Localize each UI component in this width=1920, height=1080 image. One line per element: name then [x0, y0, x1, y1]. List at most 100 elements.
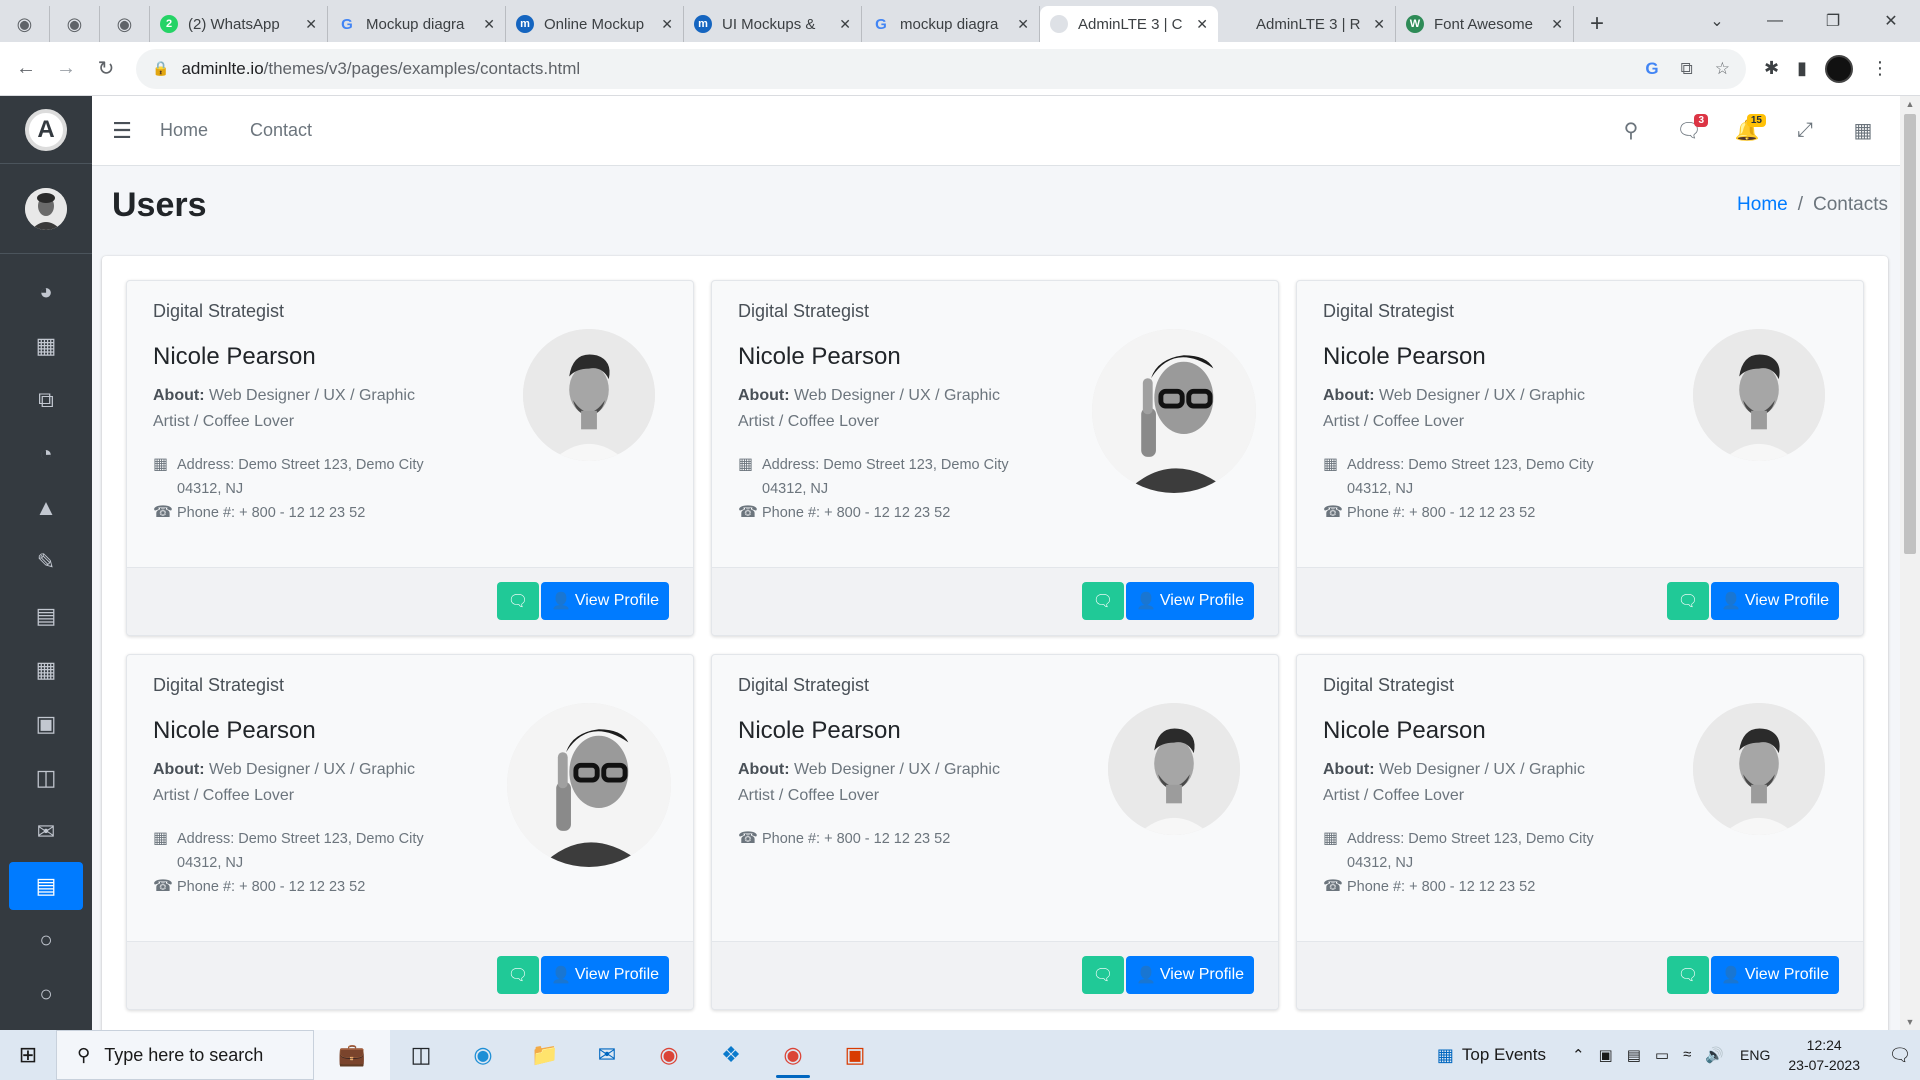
- sidebar-item-widgets[interactable]: ▦: [9, 322, 83, 370]
- browser-tab[interactable]: Gmockup diagra ✕: [862, 6, 1040, 42]
- reload-button[interactable]: ↻: [86, 49, 126, 89]
- tab-close-icon[interactable]: ✕: [661, 16, 673, 33]
- top-events-widget[interactable]: ▦ Top Events: [1437, 1045, 1546, 1066]
- browser-tab[interactable]: 2 (2) WhatsApp ✕: [150, 6, 328, 42]
- tab-close-icon[interactable]: ✕: [1551, 16, 1563, 33]
- browser-tab-active[interactable]: AdminLTE 3 | C ✕: [1040, 6, 1218, 42]
- scroll-thumb[interactable]: [1904, 114, 1916, 554]
- tab-close-icon[interactable]: ✕: [1196, 16, 1208, 33]
- sidebar-item-calendar[interactable]: ▦: [9, 646, 83, 694]
- back-button[interactable]: ←: [6, 49, 46, 89]
- chevron-up-icon[interactable]: ⌃: [1572, 1046, 1585, 1064]
- bookmark-star-icon[interactable]: ☆: [1715, 59, 1730, 79]
- page-scrollbar[interactable]: ▲ ▼: [1900, 96, 1920, 1030]
- browser-tab[interactable]: m Online Mockup ✕: [506, 6, 684, 42]
- contact-name: Nicole Pearson: [153, 717, 316, 744]
- share-icon[interactable]: ⧉: [1681, 59, 1693, 79]
- edge-browser-icon[interactable]: ◉: [452, 1030, 514, 1080]
- sidebar-item-extras[interactable]: ○: [9, 916, 83, 964]
- browser-tab[interactable]: ◉: [0, 6, 50, 42]
- chrome-active-icon[interactable]: ◉: [762, 1030, 824, 1080]
- presentation-app-icon[interactable]: ▣: [824, 1030, 886, 1080]
- google-icon[interactable]: G: [1645, 59, 1658, 79]
- view-profile-button[interactable]: 👤 View Profile: [1711, 956, 1839, 994]
- browser-tab[interactable]: ◉: [100, 6, 150, 42]
- windows-start-icon[interactable]: ⊞: [0, 1030, 56, 1080]
- browser-tab[interactable]: ◉: [50, 6, 100, 42]
- chat-button[interactable]: 🗨: [1082, 956, 1124, 994]
- battery-icon[interactable]: ▭: [1655, 1046, 1669, 1064]
- chat-button[interactable]: 🗨: [497, 956, 539, 994]
- lock-icon[interactable]: 🔒: [152, 60, 169, 77]
- language-indicator[interactable]: ENG: [1740, 1047, 1770, 1063]
- sidebar-item-kanban[interactable]: ◫: [9, 754, 83, 802]
- file-explorer-icon[interactable]: 📁: [514, 1030, 576, 1080]
- taskbar-search-box[interactable]: ⚲ Type here to search: [56, 1030, 314, 1080]
- nav-link-contact[interactable]: Contact: [250, 120, 312, 141]
- user-panel[interactable]: [0, 164, 92, 254]
- view-profile-button[interactable]: 👤 View Profile: [1711, 582, 1839, 620]
- task-view-icon[interactable]: ◫: [390, 1030, 452, 1080]
- mail-icon[interactable]: ✉: [576, 1030, 638, 1080]
- browser-tab[interactable]: G Mockup diagra ✕: [328, 6, 506, 42]
- sidebar-item-dashboard[interactable]: ◕: [9, 268, 83, 316]
- chat-button[interactable]: 🗨: [1082, 582, 1124, 620]
- control-sidebar-th-large-icon[interactable]: ▦: [1834, 106, 1892, 156]
- close-window-button[interactable]: ✕: [1862, 0, 1920, 42]
- tab-close-icon[interactable]: ✕: [483, 16, 495, 33]
- menu-kebab-icon[interactable]: ⋮: [1871, 58, 1889, 79]
- sidebar-item-forms[interactable]: ✎: [9, 538, 83, 586]
- profile-avatar[interactable]: [1825, 54, 1853, 83]
- tab-search-icon[interactable]: ⌄: [1688, 0, 1746, 42]
- view-profile-button[interactable]: 👤 View Profile: [541, 956, 669, 994]
- navbar-search-icon[interactable]: ⚲: [1602, 106, 1660, 156]
- address-bar[interactable]: 🔒 adminlte.io/themes/v3/pages/examples/c…: [136, 48, 1746, 89]
- breadcrumb-home-link[interactable]: Home: [1737, 194, 1788, 216]
- scroll-up-arrow[interactable]: ▲: [1900, 96, 1920, 112]
- brand-link[interactable]: A: [0, 96, 92, 164]
- tab-close-icon[interactable]: ✕: [1017, 16, 1029, 33]
- sidebar-item-gallery[interactable]: ▣: [9, 700, 83, 748]
- pushmenu-bars-icon[interactable]: ☰: [92, 118, 152, 144]
- view-profile-button[interactable]: 👤 View Profile: [1126, 582, 1254, 620]
- new-tab-button[interactable]: +: [1574, 6, 1620, 42]
- side-panel-icon[interactable]: ▮: [1797, 58, 1807, 79]
- chat-button[interactable]: 🗨: [1667, 582, 1709, 620]
- sidebar-item-ui-elements[interactable]: ▲: [9, 484, 83, 532]
- browser-tab[interactable]: m UI Mockups & ✕: [684, 6, 862, 42]
- chat-button[interactable]: 🗨: [497, 582, 539, 620]
- chrome-icon[interactable]: ◉: [638, 1030, 700, 1080]
- minimize-button[interactable]: —: [1746, 0, 1804, 42]
- nav-link-home[interactable]: Home: [160, 120, 208, 141]
- wifi-icon[interactable]: ≈: [1683, 1046, 1691, 1064]
- meet-icon[interactable]: ▣: [1599, 1046, 1613, 1064]
- tab-close-icon[interactable]: ✕: [1373, 16, 1385, 33]
- browser-tab[interactable]: AdminLTE 3 | R ✕: [1218, 6, 1396, 42]
- display-icon[interactable]: ▤: [1627, 1046, 1641, 1064]
- chat-button[interactable]: 🗨: [1667, 956, 1709, 994]
- sidebar-item-tables[interactable]: ▤: [9, 592, 83, 640]
- scroll-down-arrow[interactable]: ▼: [1900, 1014, 1920, 1030]
- sidebar-item-charts[interactable]: ◔: [9, 430, 83, 478]
- briefcase-icon[interactable]: 💼: [314, 1030, 390, 1080]
- forward-button[interactable]: →: [46, 49, 86, 89]
- vscode-icon[interactable]: ❖: [700, 1030, 762, 1080]
- notification-center-icon[interactable]: 🗨: [1880, 1045, 1920, 1066]
- restore-button[interactable]: ❐: [1804, 0, 1862, 42]
- tab-close-icon[interactable]: ✕: [305, 16, 317, 33]
- browser-tab[interactable]: W Font Awesome ✕: [1396, 6, 1574, 42]
- taskbar-clock[interactable]: 12:24 23-07-2023: [1788, 1035, 1860, 1075]
- extensions-puzzle-icon[interactable]: ✱: [1764, 58, 1779, 79]
- fullscreen-expand-icon[interactable]: ⤢: [1776, 106, 1834, 156]
- sidebar-item-mailbox[interactable]: ✉: [9, 808, 83, 856]
- messages-comments-icon[interactable]: 🗨 3: [1660, 106, 1718, 156]
- view-profile-button[interactable]: 👤 View Profile: [1126, 956, 1254, 994]
- volume-icon[interactable]: 🔊: [1705, 1046, 1724, 1064]
- notifications-bell-icon[interactable]: 🔔 15: [1718, 106, 1776, 156]
- about-label: About:: [1323, 761, 1375, 778]
- sidebar-item-layout[interactable]: ⧉: [9, 376, 83, 424]
- view-profile-button[interactable]: 👤 View Profile: [541, 582, 669, 620]
- sidebar-item-search[interactable]: ○: [9, 970, 83, 1018]
- sidebar-item-pages[interactable]: ▤: [9, 862, 83, 910]
- tab-close-icon[interactable]: ✕: [839, 16, 851, 33]
